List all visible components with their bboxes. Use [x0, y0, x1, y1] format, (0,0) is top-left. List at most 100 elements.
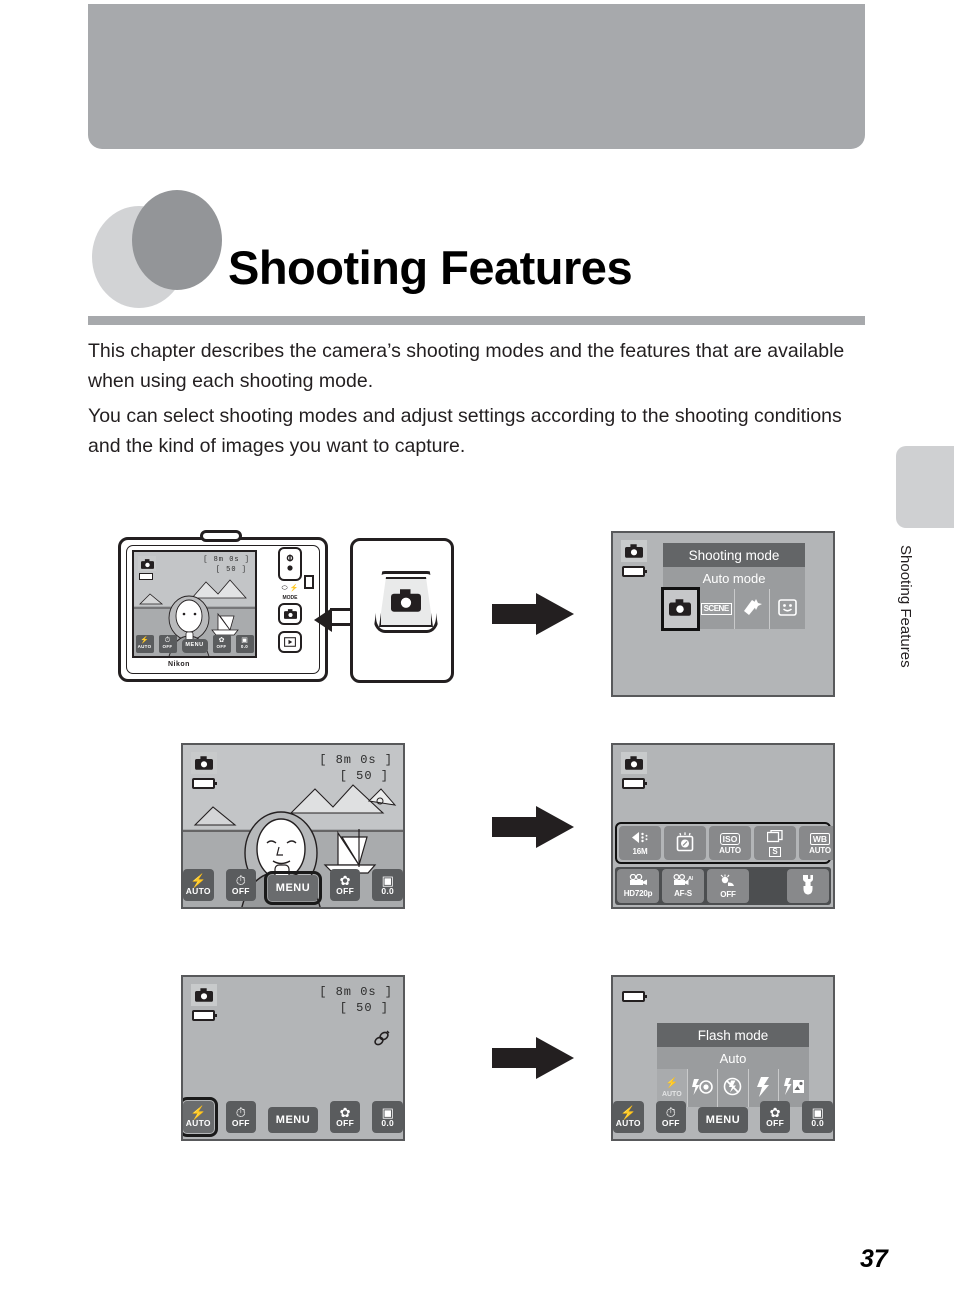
arrow-head	[536, 1037, 574, 1079]
movie-icon	[629, 873, 647, 888]
menu-button[interactable]: MENU	[181, 639, 208, 653]
exposure-icon: ▣	[381, 872, 394, 888]
battery-icon	[192, 778, 217, 789]
camera-icon	[373, 589, 439, 617]
camera-brand-label: Nikon	[168, 661, 190, 668]
self-timer-button[interactable]: ⏱ OFF	[158, 635, 177, 653]
continuous-button[interactable]: S	[754, 826, 796, 860]
camera-side-port	[304, 575, 314, 589]
decoration-circle-dark	[132, 190, 222, 290]
macro-mode-button[interactable]: ✿ OFF	[329, 869, 361, 901]
self-timer-label: OFF	[661, 1117, 680, 1128]
flow-arrow-3	[492, 1037, 574, 1079]
image-mode-button[interactable]: 16M	[619, 826, 661, 860]
remaining-frames-counter: [ 50 ]	[339, 769, 389, 783]
autofocus-mode-button[interactable]: AF AF-S	[662, 869, 704, 903]
flash-mode-button[interactable]: ⚡ AUTO	[183, 869, 214, 901]
macro-mode-button[interactable]: ✿ OFF	[329, 1101, 361, 1133]
movie-options-button[interactable]: HD720p	[617, 869, 659, 903]
side-tab	[896, 446, 954, 528]
flash-mode-label: AUTO	[185, 885, 211, 896]
camera-icon	[669, 599, 692, 619]
self-timer-icon: ⏱	[235, 1104, 246, 1120]
white-balance-icon: WB	[809, 831, 831, 845]
flash-mode-title: Flash mode	[657, 1023, 809, 1047]
battery-icon	[622, 778, 647, 789]
macro-mode-button[interactable]: ✿ OFF	[759, 1101, 791, 1133]
shooting-mode-screen: Shooting mode Auto mode SCENE	[611, 531, 835, 697]
playback-button[interactable]	[278, 631, 302, 653]
mode-button-closeup[interactable]	[373, 571, 439, 633]
exposure-compensation-button[interactable]: ▣ 0.0	[372, 1101, 403, 1133]
mode-indicator-icon	[191, 752, 217, 774]
remaining-frames-counter: [ 50 ]	[215, 566, 247, 574]
monitor-toolbar: ⚡ AUTO ⏱ OFF MENU ✿ OFF ▣ 0.0	[134, 635, 255, 653]
zoom-icon	[286, 554, 294, 571]
menu-button[interactable]: MENU	[268, 1107, 318, 1133]
exposure-compensation-button[interactable]: ▣ 0.0	[802, 1101, 833, 1133]
image-mode-label: 16M	[632, 846, 648, 856]
self-timer-label: OFF	[162, 644, 173, 650]
menu-button[interactable]: MENU	[698, 1107, 748, 1133]
flash-mode-label: AUTO	[185, 1117, 211, 1128]
iso-sensitivity-button[interactable]: ISO AUTO	[709, 826, 751, 860]
special-effects-option[interactable]	[733, 589, 770, 629]
macro-mode-label: OFF	[336, 885, 355, 896]
smart-portrait-option[interactable]	[769, 589, 805, 629]
blink-warning-icon	[719, 874, 737, 889]
autofocus-icon: AF	[673, 873, 696, 888]
live-view-flash-screen: [ 8m 0s ] [ 50 ] ⚡ AUTO ⏱ OFF MENU ✿ OFF…	[181, 975, 405, 1141]
scene-mode-option[interactable]: SCENE	[697, 589, 734, 629]
continuous-icon	[766, 829, 783, 845]
exposure-compensation-button[interactable]: ▣ 0.0	[372, 869, 403, 901]
white-balance-button[interactable]: WB AUTO	[799, 826, 833, 860]
playback-icon	[284, 637, 296, 647]
continuous-label: S	[768, 846, 782, 857]
flash-icon: ⚡	[620, 1104, 637, 1120]
wrench-icon	[801, 874, 815, 898]
self-timer-button[interactable]: ⏱ OFF	[225, 869, 257, 901]
quick-effects-button[interactable]	[664, 826, 706, 860]
page-number: 37	[860, 1245, 888, 1273]
self-timer-button[interactable]: ⏱ OFF	[225, 1101, 257, 1133]
remaining-frames-counter: [ 50 ]	[339, 1001, 389, 1015]
mode-indicator-icon	[138, 556, 156, 571]
flash-icon: ⚡	[190, 872, 207, 888]
shooting-menu-screen: MENU 16M ISO AUTO	[611, 743, 835, 909]
flash-mode-button[interactable]: ⚡ AUTO	[183, 1097, 218, 1137]
exposure-compensation-button[interactable]: ▣ 0.0	[235, 635, 254, 653]
battery-icon	[139, 573, 153, 580]
menu-button[interactable]: MENU	[264, 871, 322, 905]
title-divider	[88, 316, 865, 325]
self-timer-button[interactable]: ⏱ OFF	[655, 1101, 687, 1133]
intro-paragraph-1: This chapter describes the camera’s shoo…	[88, 340, 845, 392]
flash-mode-label: AUTO	[615, 1117, 641, 1128]
battery-icon	[622, 566, 647, 577]
shooting-mode-button[interactable]	[278, 603, 302, 625]
battery-icon	[192, 1010, 217, 1021]
settings-row-secondary: HD720p AF AF-S OFF	[615, 867, 831, 905]
live-view-menu-screen: [ 8m 0s ] [ 50 ] ⚡ AUTO ⏱ OFF MENU ✿ OFF…	[181, 743, 405, 909]
macro-mode-button[interactable]: ✿ OFF	[212, 635, 231, 653]
macro-mode-label: OFF	[766, 1117, 785, 1128]
self-timer-icon: ⏱	[665, 1104, 676, 1120]
fill-flash-icon	[756, 1076, 771, 1100]
blink-warning-button[interactable]: OFF	[707, 869, 749, 903]
mode-indicator-icon	[621, 540, 647, 562]
arrow-shaft	[492, 817, 540, 837]
iso-label: AUTO	[719, 846, 741, 855]
flash-mode-button[interactable]: ⚡ AUTO	[135, 635, 154, 653]
auto-mode-option[interactable]	[661, 587, 700, 631]
flash-mode-button[interactable]: ⚡ AUTO	[613, 1101, 644, 1133]
zoom-control-button[interactable]	[278, 547, 302, 581]
page-title: Shooting Features	[228, 241, 633, 294]
settings-row-primary: 16M ISO AUTO S WB AUTO	[615, 822, 833, 864]
header-band	[88, 4, 865, 149]
mode-button-label: MODE	[282, 595, 298, 601]
monitor-toolbar: ⚡ AUTO ⏱ OFF MENU ✿ OFF ▣ 0.0	[613, 1101, 833, 1133]
slow-sync-icon	[783, 1077, 805, 1099]
arrow-shaft	[492, 1048, 540, 1068]
setup-menu-button[interactable]	[787, 869, 829, 903]
chapter-decoration	[92, 190, 242, 310]
callout-balloon	[350, 538, 454, 683]
